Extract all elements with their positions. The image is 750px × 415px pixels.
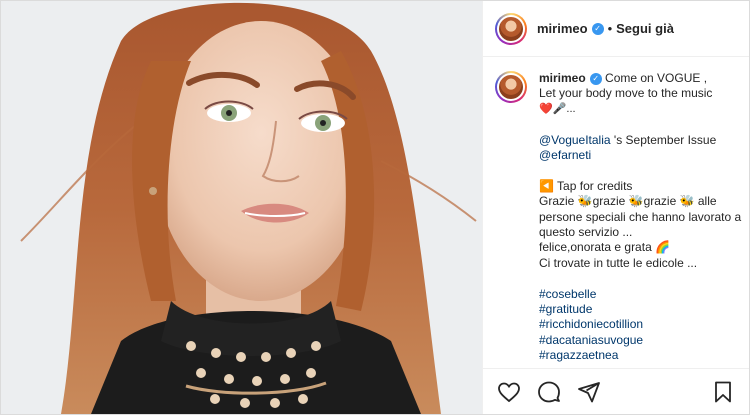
caption-text-line: questo servizio ... [539, 225, 633, 240]
caption-text-line: Ci trovate in tutte le edicole ... [539, 255, 698, 270]
caption: mirimeo ✓ Come on VOGUE , Let your body m… [495, 71, 742, 364]
share-icon[interactable] [577, 380, 601, 404]
hashtag-link[interactable]: #gratitude [539, 302, 739, 317]
follow-button[interactable]: Segui già [616, 21, 674, 36]
caption-line-0: mirimeo ✓ Come on VOGUE , [539, 71, 739, 86]
portrait-image [1, 1, 482, 414]
hashtag-link[interactable]: #dacataniasuvogue [539, 333, 739, 348]
hashtag-link[interactable]: #ricchidoniecotillion [539, 317, 739, 332]
avatar[interactable] [495, 12, 527, 45]
verified-badge-icon: ✓ [591, 22, 604, 35]
caption-text-line: ❤️🎤... [539, 102, 576, 115]
verified-badge-icon: ✓ [589, 72, 602, 85]
hashtag-link[interactable]: #ragazzaetnea [539, 348, 739, 363]
caption-text-line: felice,onorata e grata 🌈 [539, 240, 671, 255]
caption-text-line: Grazie 🐝grazie 🐝grazie 🐝 alle [539, 194, 717, 209]
header-separator: • [607, 21, 613, 36]
hashtag-link[interactable]: #cosebelle [539, 287, 739, 302]
caption-text-line: ◀️ Tap for credits [539, 178, 633, 193]
caption-text-line: 's September Issue [610, 132, 717, 147]
caption-text-line: Let your body move to the music [539, 86, 713, 101]
caption-username[interactable]: mirimeo [539, 71, 586, 85]
header-username[interactable]: mirimeo [537, 21, 588, 36]
post-header: mirimeo ✓ • Segui già [483, 1, 749, 57]
post-side-panel: mirimeo ✓ • Segui già mirimeo ✓ Come on V… [482, 1, 749, 414]
caption-text-line: Come on VOGUE , [605, 71, 708, 85]
caption-text-line: persone speciali che hanno lavorato a [539, 209, 742, 224]
comments-section: mirimeo ✓ Come on VOGUE , Let your body m… [483, 57, 749, 368]
heart-icon[interactable] [497, 380, 521, 404]
comment-icon[interactable] [537, 380, 561, 404]
mention-link-efarneti[interactable]: @efarneti [539, 148, 739, 163]
mention-link-vogueitalia[interactable]: @VogueItalia [539, 133, 611, 147]
post-photo[interactable] [1, 1, 482, 414]
caption-text: mirimeo ✓ Come on VOGUE , Let your body m… [539, 71, 742, 364]
caption-avatar[interactable] [495, 71, 527, 103]
instagram-post: mirimeo ✓ • Segui già mirimeo ✓ Come on V… [0, 0, 750, 415]
bookmark-icon[interactable] [711, 380, 735, 404]
action-bar [483, 368, 749, 414]
caption-mention-line: @VogueItalia 's September Issue [539, 133, 739, 148]
